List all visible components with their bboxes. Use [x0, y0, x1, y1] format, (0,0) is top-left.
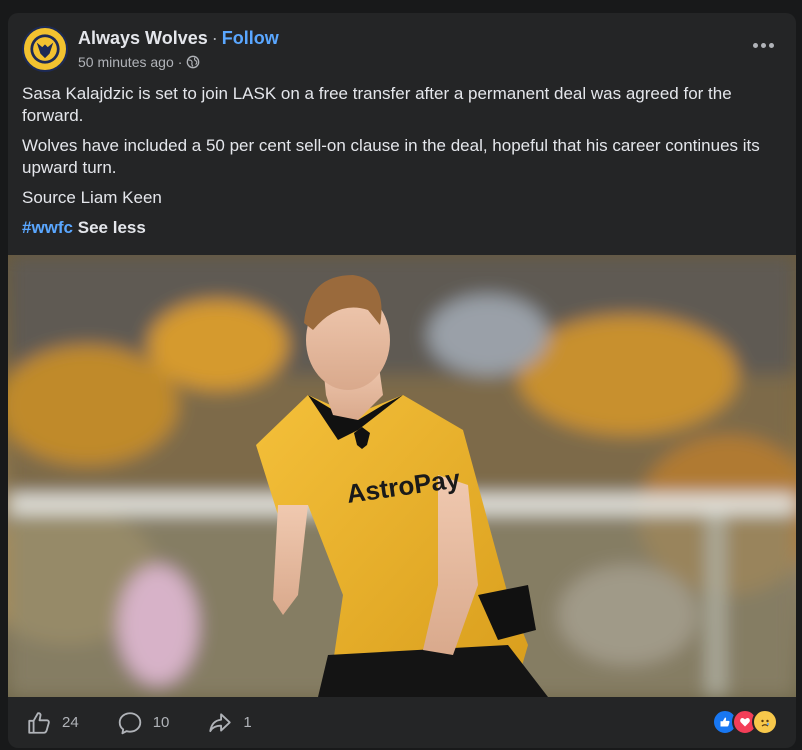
- like-count: 24: [62, 714, 79, 731]
- post-paragraph-3: Source Liam Keen: [22, 188, 162, 207]
- hashtag-link[interactable]: #wwfc: [22, 218, 73, 237]
- post-paragraph-1: Sasa Kalajdzic is set to join LASK on a …: [22, 84, 732, 125]
- follow-button[interactable]: Follow: [222, 28, 279, 48]
- post-card: Always Wolves · Follow 50 minutes ago · Sa…: [8, 13, 796, 748]
- sad-reaction-icon: [752, 709, 778, 735]
- post-action-bar: 24 10 1: [8, 697, 796, 748]
- page-avatar[interactable]: [22, 26, 68, 72]
- comment-icon: [118, 711, 141, 734]
- share-icon: [209, 712, 232, 732]
- meta-separator: ·: [177, 54, 183, 70]
- share-button[interactable]: 1: [207, 710, 252, 736]
- avatar-logo: [25, 29, 65, 69]
- thumbs-up-icon: [28, 711, 50, 734]
- share-count: 1: [243, 714, 252, 731]
- post-paragraph-2: Wolves have included a 50 per cent sell-…: [22, 136, 760, 177]
- post-body: Sasa Kalajdzic is set to join LASK on a …: [22, 83, 782, 239]
- header-separator: ·: [211, 28, 218, 48]
- post-header: Always Wolves · Follow: [78, 28, 279, 49]
- comment-button[interactable]: 10: [117, 710, 170, 736]
- player-photo-illustration: AstroPay: [8, 255, 796, 697]
- more-options-icon[interactable]: [748, 35, 778, 55]
- post-meta: 50 minutes ago ·: [78, 54, 200, 70]
- comment-count: 10: [152, 714, 170, 731]
- post-timestamp[interactable]: 50 minutes ago: [78, 54, 174, 70]
- see-less-button[interactable]: See less: [78, 218, 146, 237]
- globe-icon: [186, 55, 200, 69]
- post-photo[interactable]: AstroPay: [8, 255, 796, 697]
- like-button[interactable]: 24: [26, 710, 79, 736]
- reaction-summary[interactable]: [712, 709, 778, 735]
- page-name-link[interactable]: Always Wolves: [78, 28, 208, 48]
